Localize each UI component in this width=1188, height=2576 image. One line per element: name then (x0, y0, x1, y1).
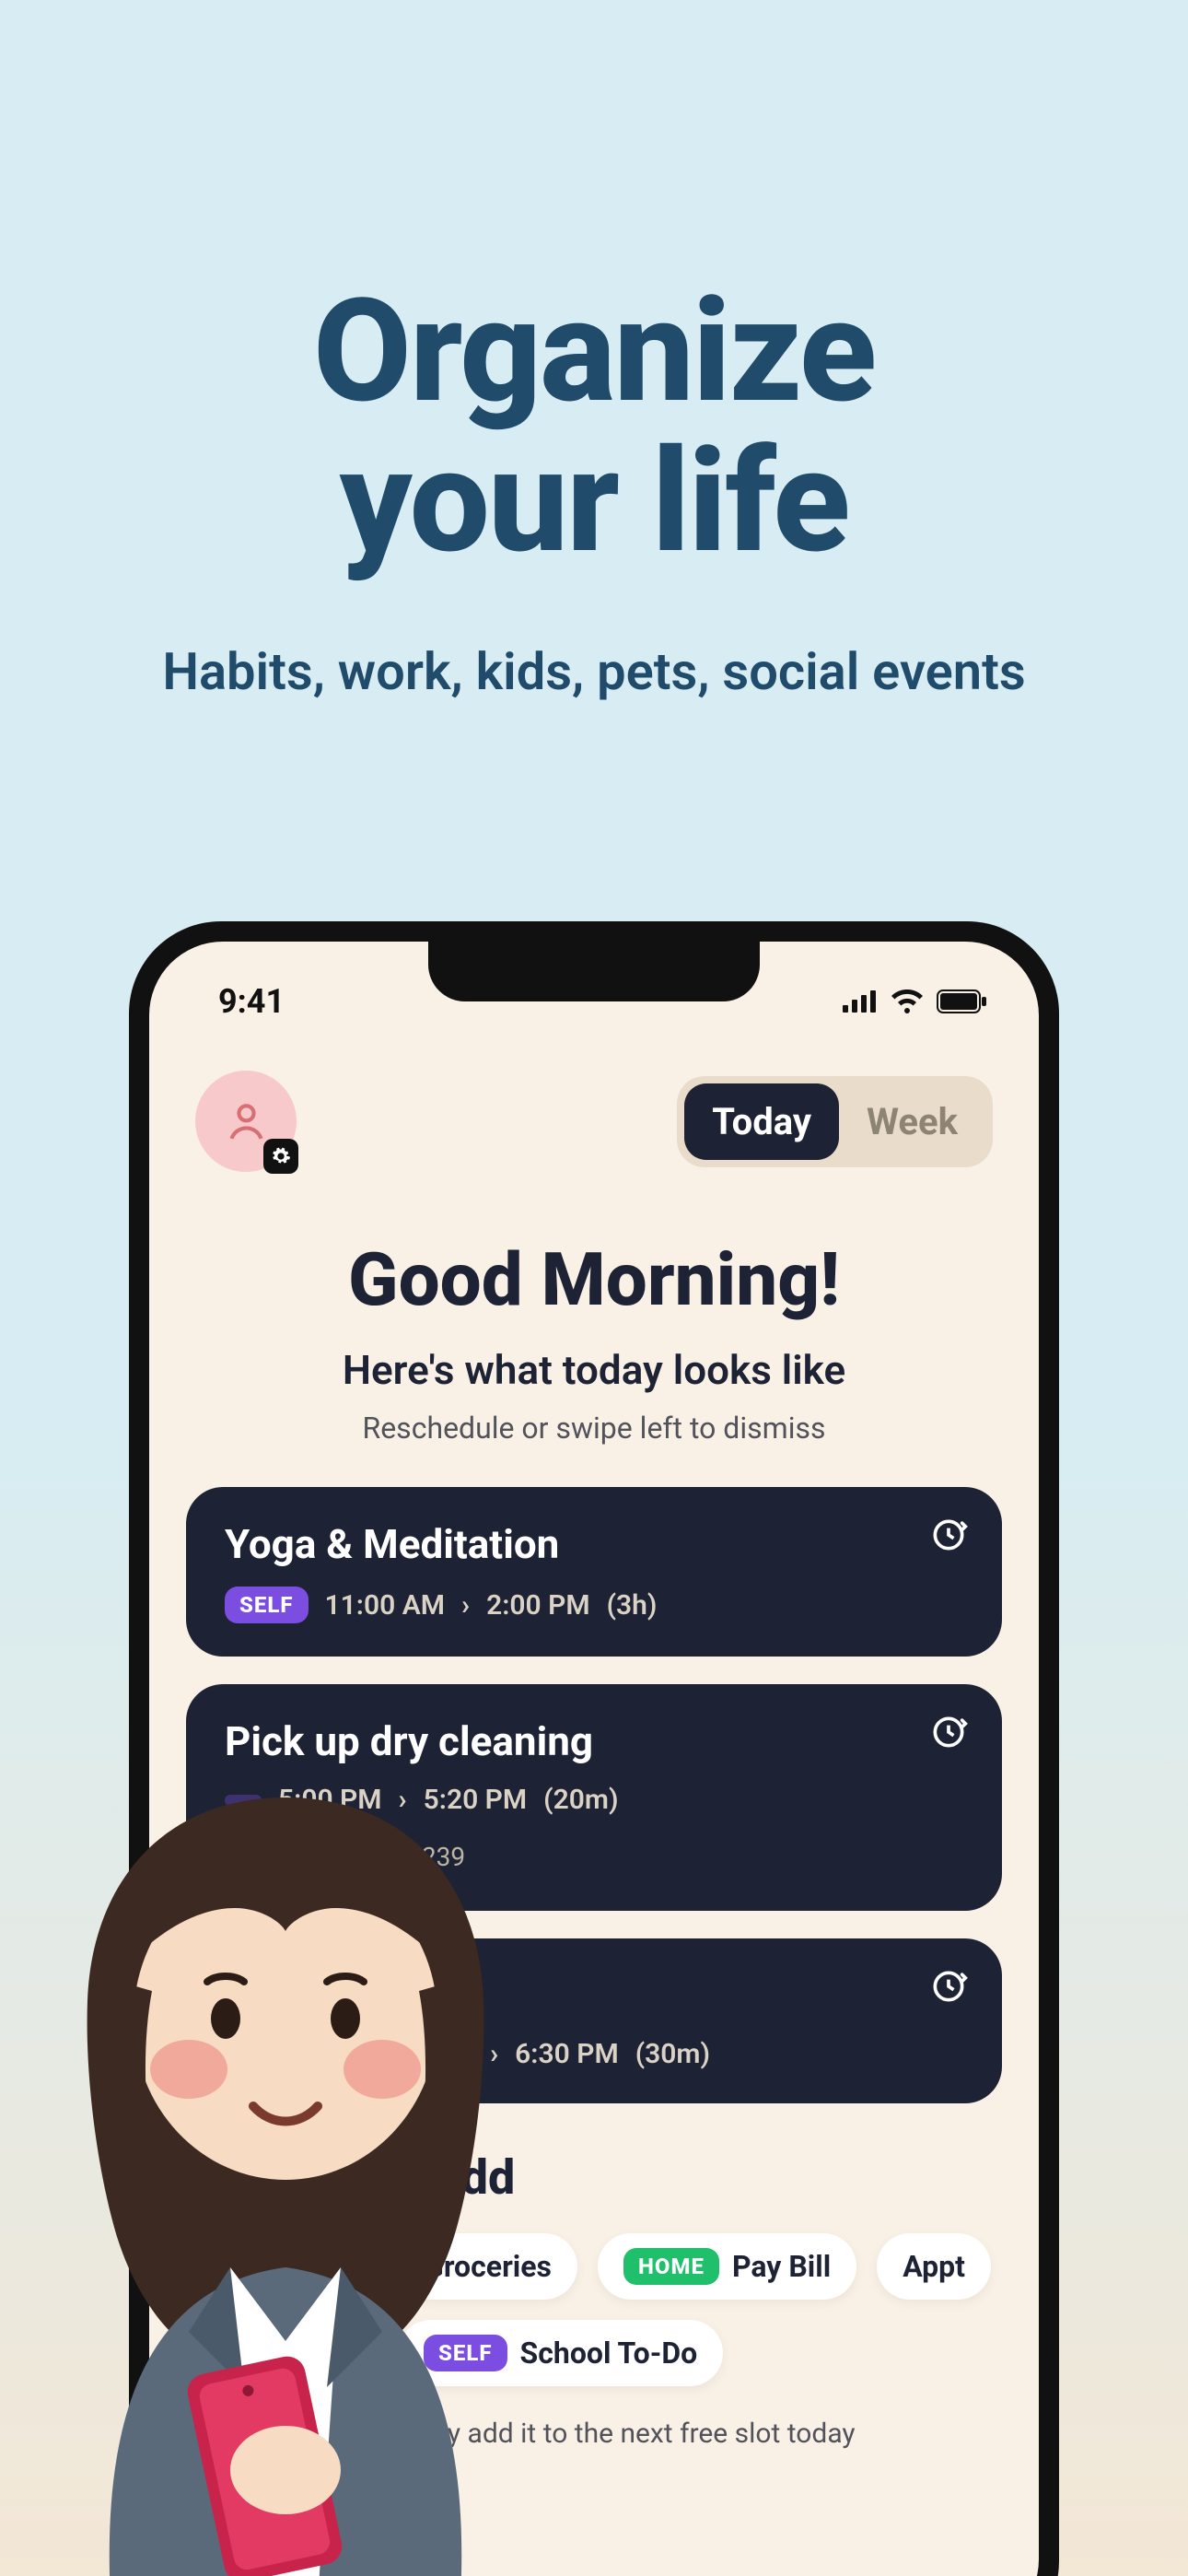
task-duration: (3h) (607, 1589, 658, 1622)
hero-title-line2: your life (340, 417, 849, 585)
chip-appt[interactable]: Appt (877, 2233, 991, 2300)
person-icon (221, 1096, 272, 1147)
toggle-week[interactable]: Week (839, 1083, 985, 1160)
chip-pay-bill[interactable]: HOME Pay Bill (598, 2233, 856, 2300)
view-toggle: Today Week (677, 1076, 993, 1167)
task-end: 2:00 PM (486, 1589, 590, 1622)
task-start: 11:00 AM (325, 1589, 445, 1622)
chip-label: Pay Bill (732, 2249, 831, 2284)
hero-subtitle: Habits, work, kids, pets, social events (0, 641, 1188, 702)
chip-label: Appt (903, 2249, 965, 2284)
hero-title: Organize your life (0, 276, 1188, 577)
hero: Organize your life Habits, work, kids, p… (0, 0, 1188, 702)
task-title: Yoga & Meditation (225, 1520, 963, 1568)
status-time: 9:41 (218, 982, 285, 1021)
phone-notch (428, 942, 760, 1001)
top-row: Today Week (149, 1034, 1039, 1172)
clock-arrow-icon (928, 1515, 969, 1555)
greeting-hint: Reschedule or swipe left to dismiss (186, 1411, 1002, 1446)
status-icons (843, 989, 988, 1013)
cellular-icon (843, 990, 878, 1013)
task-duration: (30m) (635, 2038, 710, 2070)
clock-arrow-icon (928, 1966, 969, 2007)
marketing-page: Organize your life Habits, work, kids, p… (0, 0, 1188, 2576)
wifi-icon (891, 989, 924, 1013)
chip-label: School To-Do (520, 2336, 698, 2371)
settings-badge[interactable] (263, 1139, 298, 1174)
task-card[interactable]: Yoga & Meditation SELF 11:00 AM › 2:00 P… (186, 1487, 1002, 1657)
task-meta: SELF 11:00 AM › 2:00 PM (3h) (225, 1587, 963, 1623)
task-badge: SELF (225, 1587, 309, 1623)
greeting-subtitle: Here's what today looks like (186, 1346, 1002, 1394)
reschedule-button[interactable] (928, 1712, 969, 1752)
clock-arrow-icon (928, 1712, 969, 1752)
person-illustration (28, 1742, 543, 2576)
battery-icon (937, 989, 988, 1013)
reschedule-button[interactable] (928, 1515, 969, 1555)
task-duration: (20m) (543, 1784, 618, 1816)
chevron-right-icon: › (461, 1589, 470, 1622)
hero-title-line1: Organize (313, 267, 875, 435)
greeting: Good Morning! Here's what today looks li… (149, 1236, 1039, 1446)
greeting-title: Good Morning! (186, 1236, 1002, 1323)
reschedule-button[interactable] (928, 1966, 969, 2007)
chip-badge: HOME (623, 2248, 719, 2285)
toggle-today[interactable]: Today (684, 1083, 839, 1160)
avatar[interactable] (195, 1071, 297, 1172)
gear-icon (271, 1146, 291, 1166)
